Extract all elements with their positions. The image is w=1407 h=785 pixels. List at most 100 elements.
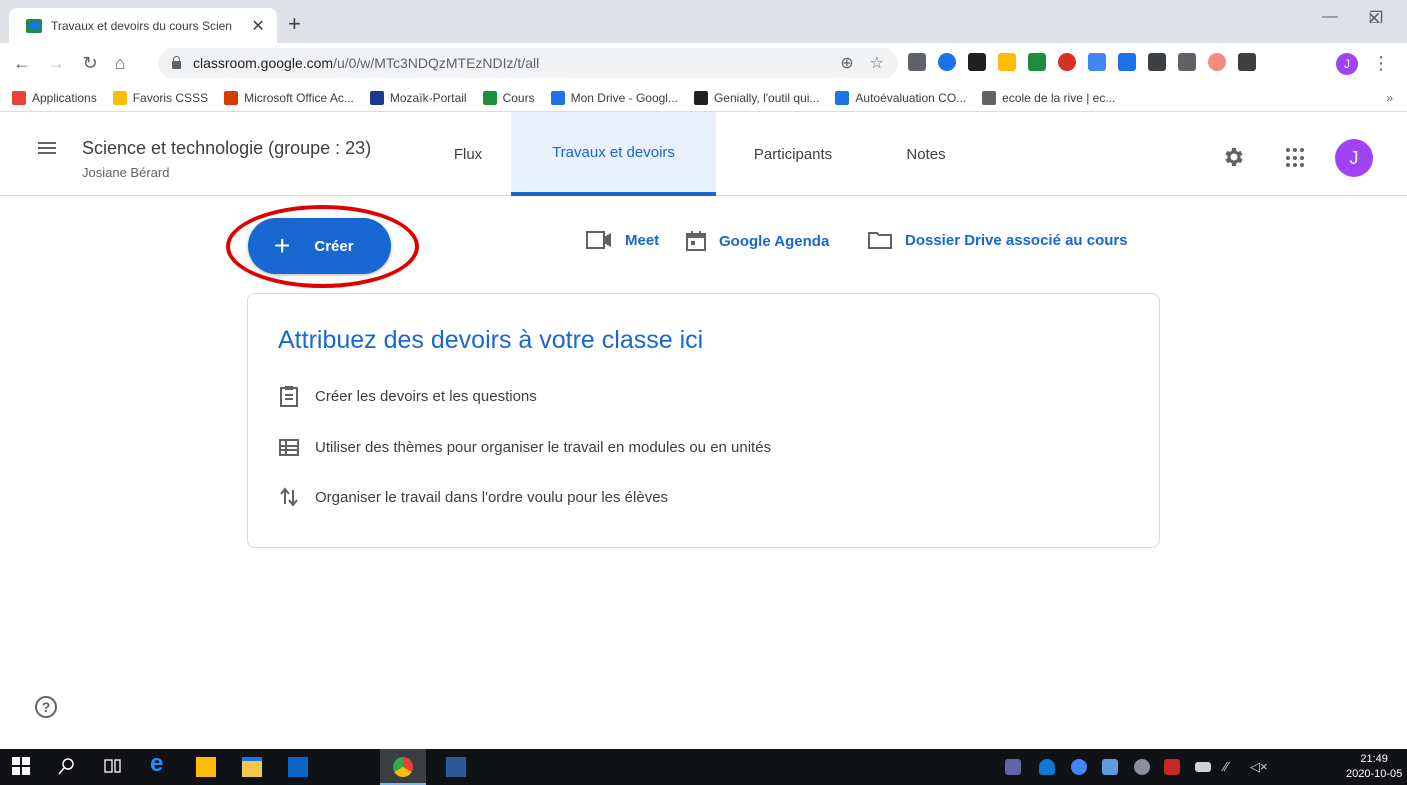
bookmark-item[interactable]: Applications (12, 90, 97, 105)
browser-menu-icon[interactable]: ⋮ (1372, 52, 1390, 74)
browser-tab[interactable]: Travaux et devoirs du cours Scien ✕ (9, 8, 277, 43)
bookmarks-overflow-icon[interactable]: » (1386, 91, 1393, 105)
account-avatar[interactable]: J (1335, 139, 1373, 177)
clock-date: 2020-10-05 (1346, 768, 1403, 780)
bookmark-item[interactable]: Genially, l'outil qui... (693, 90, 820, 105)
bookmark-item[interactable]: ecole de la rive | ec... (982, 90, 1115, 105)
card-item-create-assignments: Créer les devoirs et les questions (278, 385, 537, 407)
bookmark-item[interactable]: Microsoft Office Ac... (224, 90, 354, 105)
bookmark-item[interactable]: Autoévaluation CO... (835, 90, 967, 105)
bookmark-favicon-icon (835, 90, 850, 105)
adblock-extension-icon[interactable] (1058, 53, 1076, 71)
apps-grid-icon (12, 90, 26, 105)
reload-icon[interactable]: ↻ (78, 51, 102, 75)
bookmark-label: Microsoft Office Ac... (244, 90, 354, 105)
extension-icon[interactable] (1148, 53, 1166, 71)
tray-icon[interactable] (1102, 759, 1118, 775)
course-title[interactable]: Science et technologie (groupe : 23) (82, 138, 371, 159)
tab-notes[interactable]: Notes (888, 112, 964, 196)
windows-start-icon[interactable] (12, 757, 32, 777)
edge-browser-icon[interactable]: e (150, 752, 170, 776)
bookmark-label: Applications (32, 90, 97, 105)
bookmark-label: Autoévaluation CO... (855, 90, 967, 105)
zoom-icon[interactable]: ⊕ (840, 53, 853, 73)
bookmark-item[interactable]: Mon Drive - Googl... (550, 90, 678, 105)
classroom-favicon-icon (26, 18, 42, 33)
tray-icon[interactable] (1071, 759, 1087, 775)
clock-time: 21:49 (1360, 753, 1388, 765)
search-icon[interactable] (58, 757, 78, 777)
volume-mute-icon[interactable]: ◁× (1250, 759, 1268, 775)
bookmark-item[interactable]: Cours (482, 90, 535, 105)
settings-gear-icon[interactable] (1221, 145, 1245, 169)
browser-profile-avatar[interactable]: J (1336, 53, 1358, 75)
word-icon[interactable] (446, 757, 466, 777)
bookmark-label: Cours (502, 90, 535, 105)
battery-icon[interactable] (1195, 762, 1211, 772)
help-icon[interactable]: ? (35, 696, 57, 718)
bookmark-item[interactable]: Favoris CSSS (112, 90, 208, 105)
file-explorer-icon[interactable] (242, 757, 262, 777)
google-agenda-link[interactable]: Google Agenda (685, 230, 829, 252)
assignment-clipboard-icon (280, 386, 298, 407)
extension-icon[interactable] (908, 53, 926, 71)
extensions-bar (908, 53, 1256, 71)
tab-participants[interactable]: Participants (728, 112, 858, 196)
close-window-glyph[interactable]: ✕ (1367, 9, 1381, 29)
tray-icon[interactable] (1164, 759, 1180, 775)
bookmark-star-icon[interactable]: ☆ (870, 53, 884, 73)
classroom-header: Science et technologie (groupe : 23) Jos… (0, 112, 1407, 196)
outlook-icon[interactable] (288, 757, 308, 777)
tab-travaux-et-devoirs[interactable]: Travaux et devoirs (511, 112, 716, 196)
taskbar-clock[interactable]: 21:49 2020-10-05 (1346, 752, 1402, 782)
drive-extension-icon[interactable] (1028, 53, 1046, 71)
address-bar[interactable]: classroom.google.com/u/0/w/MTc3NDQzMTEzN… (158, 48, 898, 78)
bookmark-favicon-icon (693, 90, 708, 105)
back-icon[interactable]: ← (10, 51, 34, 75)
puzzle-extensions-icon[interactable] (1238, 53, 1256, 71)
extension-icon[interactable] (1208, 53, 1226, 71)
extension-icon[interactable] (1178, 53, 1196, 71)
tray-icon[interactable] (1134, 759, 1150, 775)
main-menu-icon[interactable] (38, 142, 56, 154)
card-item-label: Créer les devoirs et les questions (315, 387, 537, 405)
empty-state-card: Attribuez des devoirs à votre classe ici… (247, 293, 1160, 548)
teams-tray-icon[interactable] (1005, 759, 1021, 775)
chrome-icon[interactable] (393, 757, 413, 777)
browser-toolbar: ← → ↻ ⌂ classroom.google.com/u/0/w/MTc3N… (0, 43, 1407, 84)
forward-icon[interactable]: → (44, 51, 68, 75)
new-tab-button[interactable]: + (288, 13, 301, 35)
drive-folder-link[interactable]: Dossier Drive associé au cours (867, 230, 1128, 250)
close-tab-icon[interactable]: ✕ (249, 16, 267, 36)
red-highlight-circle (226, 205, 419, 288)
extension-icon[interactable] (938, 53, 956, 71)
video-camera-icon (586, 231, 611, 249)
url-text: classroom.google.com/u/0/w/MTc3NDQzMTEzN… (193, 55, 540, 71)
windows-taskbar: e ⁄⁄ ◁× 21:49 2020-10-05 (0, 749, 1407, 785)
calendar-icon (686, 231, 706, 251)
extension-icon[interactable] (1118, 53, 1136, 71)
bookmark-label: Mon Drive - Googl... (570, 90, 678, 105)
card-item-topics: Utiliser des thèmes pour organiser le tr… (278, 436, 771, 458)
drive-label: Dossier Drive associé au cours (905, 231, 1128, 249)
onedrive-tray-icon[interactable] (1039, 759, 1055, 775)
bookmark-label: Genially, l'outil qui... (713, 90, 820, 105)
meet-link[interactable]: Meet (585, 230, 659, 250)
minimize-icon[interactable]: — (1307, 8, 1353, 26)
home-icon[interactable]: ⌂ (108, 51, 132, 75)
extension-icon[interactable] (968, 53, 986, 71)
translate-extension-icon[interactable] (1088, 53, 1106, 71)
sticky-notes-icon[interactable] (196, 757, 216, 777)
bookmark-favicon-icon (112, 90, 127, 105)
teacher-name: Josiane Bérard (82, 165, 170, 180)
wifi-icon[interactable]: ⁄⁄ (1224, 759, 1240, 775)
bookmark-item[interactable]: Mozaïk-Portail (369, 90, 467, 105)
tab-flux[interactable]: Flux (426, 112, 510, 196)
bookmark-favicon-icon (550, 90, 565, 105)
bookmark-favicon-icon (982, 90, 997, 105)
extension-icon[interactable] (998, 53, 1016, 71)
card-item-reorder: Organiser le travail dans l'ordre voulu … (278, 486, 668, 508)
folder-icon (868, 232, 892, 249)
google-apps-icon[interactable] (1286, 148, 1306, 168)
task-view-icon[interactable] (104, 757, 124, 777)
